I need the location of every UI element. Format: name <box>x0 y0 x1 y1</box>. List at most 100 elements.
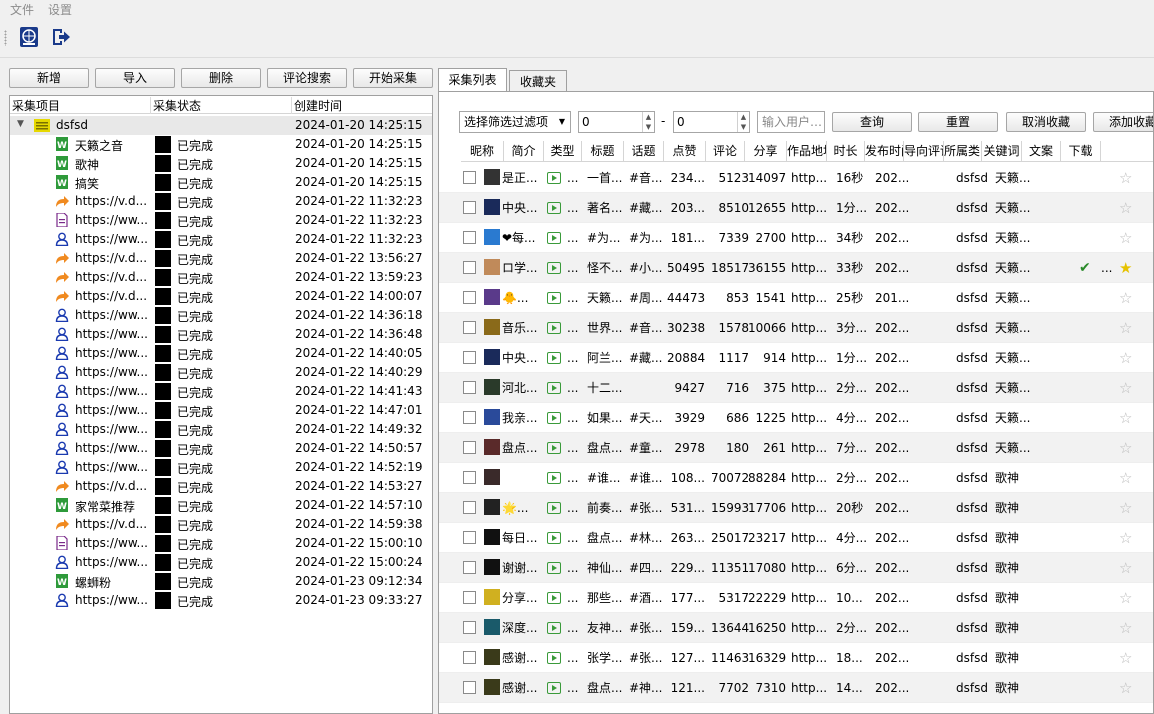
row-checkbox[interactable] <box>463 261 476 274</box>
row-checkbox[interactable] <box>463 201 476 214</box>
tree-item-row[interactable]: https://ww... 已完成 2024-01-22 11:32:23 <box>10 211 432 230</box>
table-row[interactable]: 中央...... 著名... #藏... 203... 8510 12655 http...… <box>439 193 1153 223</box>
tree-item-row[interactable]: https://ww... 已完成 2024-01-22 15:00:10 <box>10 534 432 553</box>
row-checkbox[interactable] <box>463 231 476 244</box>
favorite-star-icon[interactable]: ☆ <box>1119 433 1132 462</box>
filter-select[interactable]: 选择筛选过滤项 ▼ <box>459 111 571 133</box>
row-checkbox[interactable] <box>463 471 476 484</box>
download-ellipsis[interactable]: ... <box>1101 253 1112 282</box>
favorite-star-icon[interactable]: ☆ <box>1119 373 1132 402</box>
table-row[interactable]: 我亲...... 如果... #天... 3929 686 1225 http... 4分..… <box>439 403 1153 433</box>
table-row[interactable]: 谢谢...... 神仙... #四... 229... 11351 17080 http..… <box>439 553 1153 583</box>
table-row[interactable]: 盘点...... 盘点... #童... 2978 180 261 http... 7分...… <box>439 433 1153 463</box>
col-type[interactable]: 类型 <box>544 141 582 161</box>
tree-item-row[interactable]: https://ww... 已完成 2024-01-22 11:32:23 <box>10 230 432 249</box>
table-row[interactable]: 音乐...... 世界... #音... 30238 1578 10066 http... 3… <box>439 313 1153 343</box>
add-favorite-button[interactable]: 添加收藏 <box>1093 112 1153 132</box>
logout-icon[interactable] <box>50 26 72 48</box>
col-title[interactable]: 标题 <box>582 141 624 161</box>
col-url[interactable]: 作品地址 <box>787 141 827 161</box>
row-checkbox[interactable] <box>463 591 476 604</box>
col-copy[interactable]: 文案 <box>1022 141 1061 161</box>
tab-favorites[interactable]: 收藏夹 <box>509 70 567 92</box>
favorite-star-icon[interactable]: ☆ <box>1119 193 1132 222</box>
table-row[interactable]: 是正...... 一首... #音... 234... 5123 14097 http...… <box>439 163 1153 193</box>
tree-item-row[interactable]: https://ww... 已完成 2024-01-22 15:00:24 <box>10 553 432 572</box>
tree-item-row[interactable]: https://v.d... 已完成 2024-01-22 13:56:27 <box>10 249 432 268</box>
table-row[interactable]: 中央...... 阿兰... #藏... 20884 1117 914 http... 1分.… <box>439 343 1153 373</box>
menu-settings[interactable]: 设置 <box>48 1 72 18</box>
tree-item-row[interactable]: https://ww... 已完成 2024-01-22 14:50:57 <box>10 439 432 458</box>
delete-button[interactable]: 删除 <box>181 68 261 88</box>
tree-item-row[interactable]: https://v.d... 已完成 2024-01-22 14:00:07 <box>10 287 432 306</box>
table-row[interactable]: 🐥...... 天籁... #周... 44473 853 1541 http... 25秒 2… <box>439 283 1153 313</box>
favorite-star-icon[interactable]: ☆ <box>1119 643 1132 672</box>
favorite-star-icon[interactable]: ☆ <box>1119 613 1132 642</box>
tree-item-row[interactable]: W 天籁之音 已完成 2024-01-20 14:25:15 <box>10 135 432 154</box>
range-to-spinbox[interactable]: 0 ▲ ▼ <box>673 111 750 133</box>
unfavorite-button[interactable]: 取消收藏 <box>1006 112 1086 132</box>
tree-item-row[interactable]: W 歌神 已完成 2024-01-20 14:25:15 <box>10 154 432 173</box>
user-input[interactable]: 输入用户… <box>757 111 825 133</box>
favorite-star-icon[interactable]: ☆ <box>1119 223 1132 252</box>
col-nickname[interactable]: 昵称 <box>461 141 504 161</box>
col-comments[interactable]: 评论 <box>706 141 745 161</box>
favorite-star-icon[interactable]: ☆ <box>1119 583 1132 612</box>
tree-item-row[interactable]: W 搞笑 已完成 2024-01-20 14:25:15 <box>10 173 432 192</box>
menu-file[interactable]: 文件 <box>10 1 34 18</box>
table-row[interactable]: 感谢...... 张学... #张... 127... 11463 16329 http..… <box>439 643 1153 673</box>
favorite-star-icon[interactable]: ☆ <box>1119 463 1132 492</box>
table-row[interactable]: 分享...... 那些... #酒... 177... 5317 22229 http...… <box>439 583 1153 613</box>
table-row[interactable]: ... #谁... #谁... 108... 70072 88284 http... 2分..… <box>439 463 1153 493</box>
col-publish-time[interactable]: 发布时间 <box>865 141 904 161</box>
favorite-star-icon[interactable]: ☆ <box>1119 523 1132 552</box>
tree-item-row[interactable]: W 家常菜推荐 已完成 2024-01-22 14:57:10 <box>10 496 432 515</box>
row-checkbox[interactable] <box>463 291 476 304</box>
row-checkbox[interactable] <box>463 531 476 544</box>
add-button[interactable]: 新增 <box>9 68 89 88</box>
tree-item-row[interactable]: https://ww... 已完成 2024-01-22 14:36:48 <box>10 325 432 344</box>
row-checkbox[interactable] <box>463 351 476 364</box>
col-likes[interactable]: 点赞 <box>664 141 706 161</box>
favorite-star-icon[interactable]: ☆ <box>1119 673 1132 702</box>
tree-item-row[interactable]: https://v.d... 已完成 2024-01-22 13:59:23 <box>10 268 432 287</box>
row-checkbox[interactable] <box>463 681 476 694</box>
row-checkbox[interactable] <box>463 501 476 514</box>
row-checkbox[interactable] <box>463 171 476 184</box>
table-row[interactable]: 每日...... 盘点... #林... 263... 25017 23217 http..… <box>439 523 1153 553</box>
comment-search-button[interactable]: 评论搜索 <box>267 68 347 88</box>
range-from-spinbox[interactable]: 0 ▲ ▼ <box>578 111 655 133</box>
col-keyword[interactable]: 关键词 <box>982 141 1022 161</box>
import-button[interactable]: 导入 <box>95 68 175 88</box>
col-status[interactable]: 采集状态 <box>151 97 292 114</box>
tree-item-row[interactable]: https://ww... 已完成 2024-01-22 14:40:05 <box>10 344 432 363</box>
col-project[interactable]: 采集项目 <box>10 97 151 114</box>
table-row[interactable]: 深度...... 友神... #张... 159... 13644 16250 http..… <box>439 613 1153 643</box>
table-row[interactable]: ロ学...... 怪不... #小... 50495 18517 36155 http...… <box>439 253 1153 283</box>
favorite-star-icon[interactable]: ☆ <box>1119 313 1132 342</box>
table-row[interactable]: 感谢...... 盘点... #神... 121... 7702 7310 http... 1… <box>439 673 1153 703</box>
favorite-star-icon[interactable]: ☆ <box>1119 163 1132 192</box>
tree-root-row[interactable]: ▼ dsfsd 2024-01-20 14:25:15 <box>10 116 432 135</box>
reset-button[interactable]: 重置 <box>918 112 998 132</box>
tab-collect-list[interactable]: 采集列表 <box>438 68 507 93</box>
favorite-star-icon[interactable]: ☆ <box>1119 403 1132 432</box>
row-checkbox[interactable] <box>463 621 476 634</box>
col-guide-comment[interactable]: 导向评论 <box>904 141 944 161</box>
tree-item-row[interactable]: https://v.d... 已完成 2024-01-22 14:53:27 <box>10 477 432 496</box>
row-checkbox[interactable] <box>463 561 476 574</box>
favorite-star-icon[interactable]: ☆ <box>1119 493 1132 522</box>
row-checkbox[interactable] <box>463 441 476 454</box>
row-checkbox[interactable] <box>463 381 476 394</box>
row-checkbox[interactable] <box>463 411 476 424</box>
spin-arrows-icon[interactable]: ▲ ▼ <box>737 112 749 132</box>
project-tree[interactable]: 采集项目 采集状态 创建时间 ▼ dsfsd 2024-01-20 14:25:… <box>9 95 433 714</box>
col-shares[interactable]: 分享 <box>745 141 787 161</box>
col-created[interactable]: 创建时间 <box>292 97 432 114</box>
tree-item-row[interactable]: https://v.d... 已完成 2024-01-22 14:59:38 <box>10 515 432 534</box>
favorite-star-icon[interactable]: ☆ <box>1119 553 1132 582</box>
tree-item-row[interactable]: https://ww... 已完成 2024-01-22 14:36:18 <box>10 306 432 325</box>
tree-item-row[interactable]: W 螺蛳粉 已完成 2024-01-23 09:12:34 <box>10 572 432 591</box>
favorite-star-icon[interactable]: ☆ <box>1119 283 1132 312</box>
favorite-star-icon[interactable]: ☆ <box>1119 343 1132 372</box>
